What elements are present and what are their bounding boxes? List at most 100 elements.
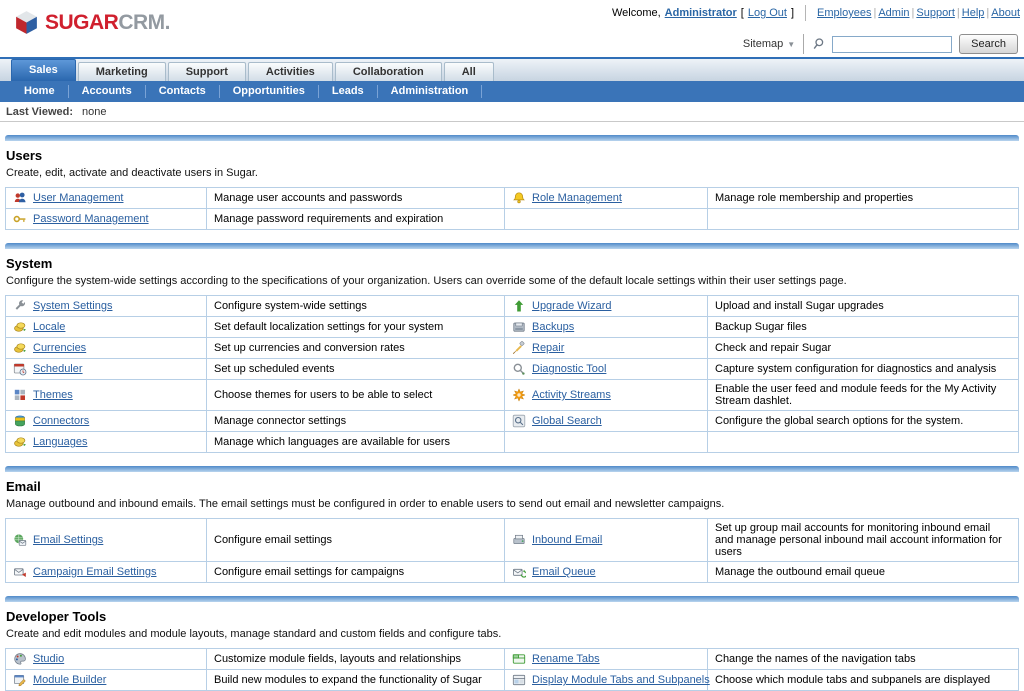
global-search-link[interactable]: Global Search xyxy=(532,415,602,427)
studio-link[interactable]: Studio xyxy=(33,653,64,665)
repair-link[interactable]: Repair xyxy=(532,342,564,354)
module-builder-link[interactable]: Module Builder xyxy=(33,674,106,686)
header-link-support[interactable]: Support xyxy=(916,7,955,19)
admin-link-cell: Connectors xyxy=(6,411,207,432)
header-link-separator: | xyxy=(873,7,876,19)
header-link-admin[interactable]: Admin xyxy=(878,7,909,19)
rename-tabs-icon xyxy=(512,652,526,666)
email-settings-icon xyxy=(13,533,27,547)
sitemap-link[interactable]: Sitemap xyxy=(743,38,783,50)
system-settings-link[interactable]: System Settings xyxy=(33,300,112,312)
scheduler-icon xyxy=(13,362,27,376)
campaign-email-settings-link[interactable]: Campaign Email Settings xyxy=(33,566,157,578)
admin-link-cell: Repair xyxy=(505,338,708,359)
header-link-employees[interactable]: Employees xyxy=(817,7,871,19)
admin-desc-cell: Configure email settings for campaigns xyxy=(207,562,505,583)
header-links: Employees|Admin|Support|Help|About xyxy=(817,7,1020,19)
admin-desc-cell: Configure the global search options for … xyxy=(708,411,1019,432)
tab-sales[interactable]: Sales xyxy=(11,59,76,81)
subnav-item-opportunities[interactable]: Opportunities xyxy=(220,85,319,98)
section-description: Create and edit modules and module layou… xyxy=(6,628,1019,640)
tab-marketing[interactable]: Marketing xyxy=(78,62,166,81)
admin-link-cell: Inbound Email xyxy=(505,519,708,562)
admin-link-cell: Scheduler xyxy=(6,359,207,380)
user-management-link[interactable]: User Management xyxy=(33,192,124,204)
admin-desc-cell: Backup Sugar files xyxy=(708,317,1019,338)
search-icon[interactable] xyxy=(812,37,826,51)
search-button[interactable]: Search xyxy=(959,34,1018,54)
cube-logo-icon xyxy=(13,9,40,36)
tab-support[interactable]: Support xyxy=(168,62,246,81)
diagnostic-tool-link[interactable]: Diagnostic Tool xyxy=(532,363,606,375)
tab-all[interactable]: All xyxy=(444,62,494,81)
scheduler-link[interactable]: Scheduler xyxy=(33,363,83,375)
admin-desc-cell: Customize module fields, layouts and rel… xyxy=(207,649,505,670)
display-module-tabs-icon xyxy=(512,673,526,687)
last-viewed-bar: Last Viewed: none xyxy=(0,102,1024,122)
activity-streams-link[interactable]: Activity Streams xyxy=(532,389,611,401)
search-input[interactable] xyxy=(832,36,952,53)
subnav-item-accounts[interactable]: Accounts xyxy=(69,85,146,98)
locale-link[interactable]: Locale xyxy=(33,321,65,333)
table-row: System Settings Configure system-wide set… xyxy=(6,296,1019,317)
inbound-email-icon xyxy=(512,533,526,547)
section-title: Developer Tools xyxy=(6,609,1019,624)
rename-tabs-link[interactable]: Rename Tabs xyxy=(532,653,600,665)
table-row: ConnectorsManage connector settingsGloba… xyxy=(6,411,1019,432)
table-row: Languages Manage which languages are avai… xyxy=(6,432,1019,453)
admin-link-cell: Languages xyxy=(6,432,207,453)
subnav-item-administration[interactable]: Administration xyxy=(378,85,483,98)
table-row: User ManagementManage user accounts and … xyxy=(6,188,1019,209)
tab-activities[interactable]: Activities xyxy=(248,62,333,81)
table-row: Studio Customize module fields, layouts a… xyxy=(6,649,1019,670)
section-description: Manage outbound and inbound emails. The … xyxy=(6,498,1019,510)
subnav-item-leads[interactable]: Leads xyxy=(319,85,378,98)
user-management-icon xyxy=(13,191,27,205)
chevron-down-icon[interactable]: ▼ xyxy=(787,40,795,49)
admin-link-cell xyxy=(505,432,708,453)
admin-desc-cell xyxy=(708,432,1019,453)
table-row: Password ManagementManage password requi… xyxy=(6,209,1019,230)
admin-desc-cell: Choose which module tabs and subpanels a… xyxy=(708,670,1019,691)
admin-link-cell: Rename Tabs xyxy=(505,649,708,670)
header-link-separator: | xyxy=(957,7,960,19)
header-link-help[interactable]: Help xyxy=(962,7,985,19)
languages-link[interactable]: Languages xyxy=(33,436,87,448)
section-header-bar xyxy=(5,135,1019,141)
subnav-item-home[interactable]: Home xyxy=(11,85,69,98)
bracket-close: ] xyxy=(791,7,794,19)
header-link-about[interactable]: About xyxy=(991,7,1020,19)
admin-desc-cell: Configure system-wide settings xyxy=(207,296,505,317)
users-table: User ManagementManage user accounts and … xyxy=(5,187,1019,230)
table-row: Locale Set default localization settings … xyxy=(6,317,1019,338)
admin-desc-cell: Change the names of the navigation tabs xyxy=(708,649,1019,670)
tab-collaboration[interactable]: Collaboration xyxy=(335,62,442,81)
admin-link-cell xyxy=(505,209,708,230)
subnav-item-contacts[interactable]: Contacts xyxy=(146,85,220,98)
activity-streams-icon xyxy=(512,388,526,402)
last-viewed-label: Last Viewed: xyxy=(6,106,73,118)
display-module-tabs-and-subpanels-link[interactable]: Display Module Tabs and Subpanels xyxy=(532,674,710,686)
upgrade-wizard-link[interactable]: Upgrade Wizard xyxy=(532,300,611,312)
admin-desc-cell: Manage which languages are available for… xyxy=(207,432,505,453)
username-link[interactable]: Administrator xyxy=(665,7,737,19)
email-settings-link[interactable]: Email Settings xyxy=(33,534,103,546)
table-row: Module BuilderBuild new modules to expan… xyxy=(6,670,1019,691)
admin-link-cell: System Settings xyxy=(6,296,207,317)
email-queue-link[interactable]: Email Queue xyxy=(532,566,596,578)
password-management-link[interactable]: Password Management xyxy=(33,213,149,225)
table-row: Campaign Email Settings Configure email s… xyxy=(6,562,1019,583)
languages-icon xyxy=(13,435,27,449)
logo-wordmark: SUGARCRM. xyxy=(45,11,170,35)
currencies-link[interactable]: Currencies xyxy=(33,342,86,354)
themes-link[interactable]: Themes xyxy=(33,389,73,401)
search-bar: Sitemap ▼ Search xyxy=(612,34,1020,54)
connectors-link[interactable]: Connectors xyxy=(33,415,89,427)
inbound-email-link[interactable]: Inbound Email xyxy=(532,534,602,546)
section-email: EmailManage outbound and inbound emails.… xyxy=(5,466,1019,583)
logout-link[interactable]: Log Out xyxy=(748,7,787,19)
backups-link[interactable]: Backups xyxy=(532,321,574,333)
admin-desc-cell: Set default localization settings for yo… xyxy=(207,317,505,338)
section-users: UsersCreate, edit, activate and deactiva… xyxy=(5,135,1019,230)
role-management-link[interactable]: Role Management xyxy=(532,192,622,204)
